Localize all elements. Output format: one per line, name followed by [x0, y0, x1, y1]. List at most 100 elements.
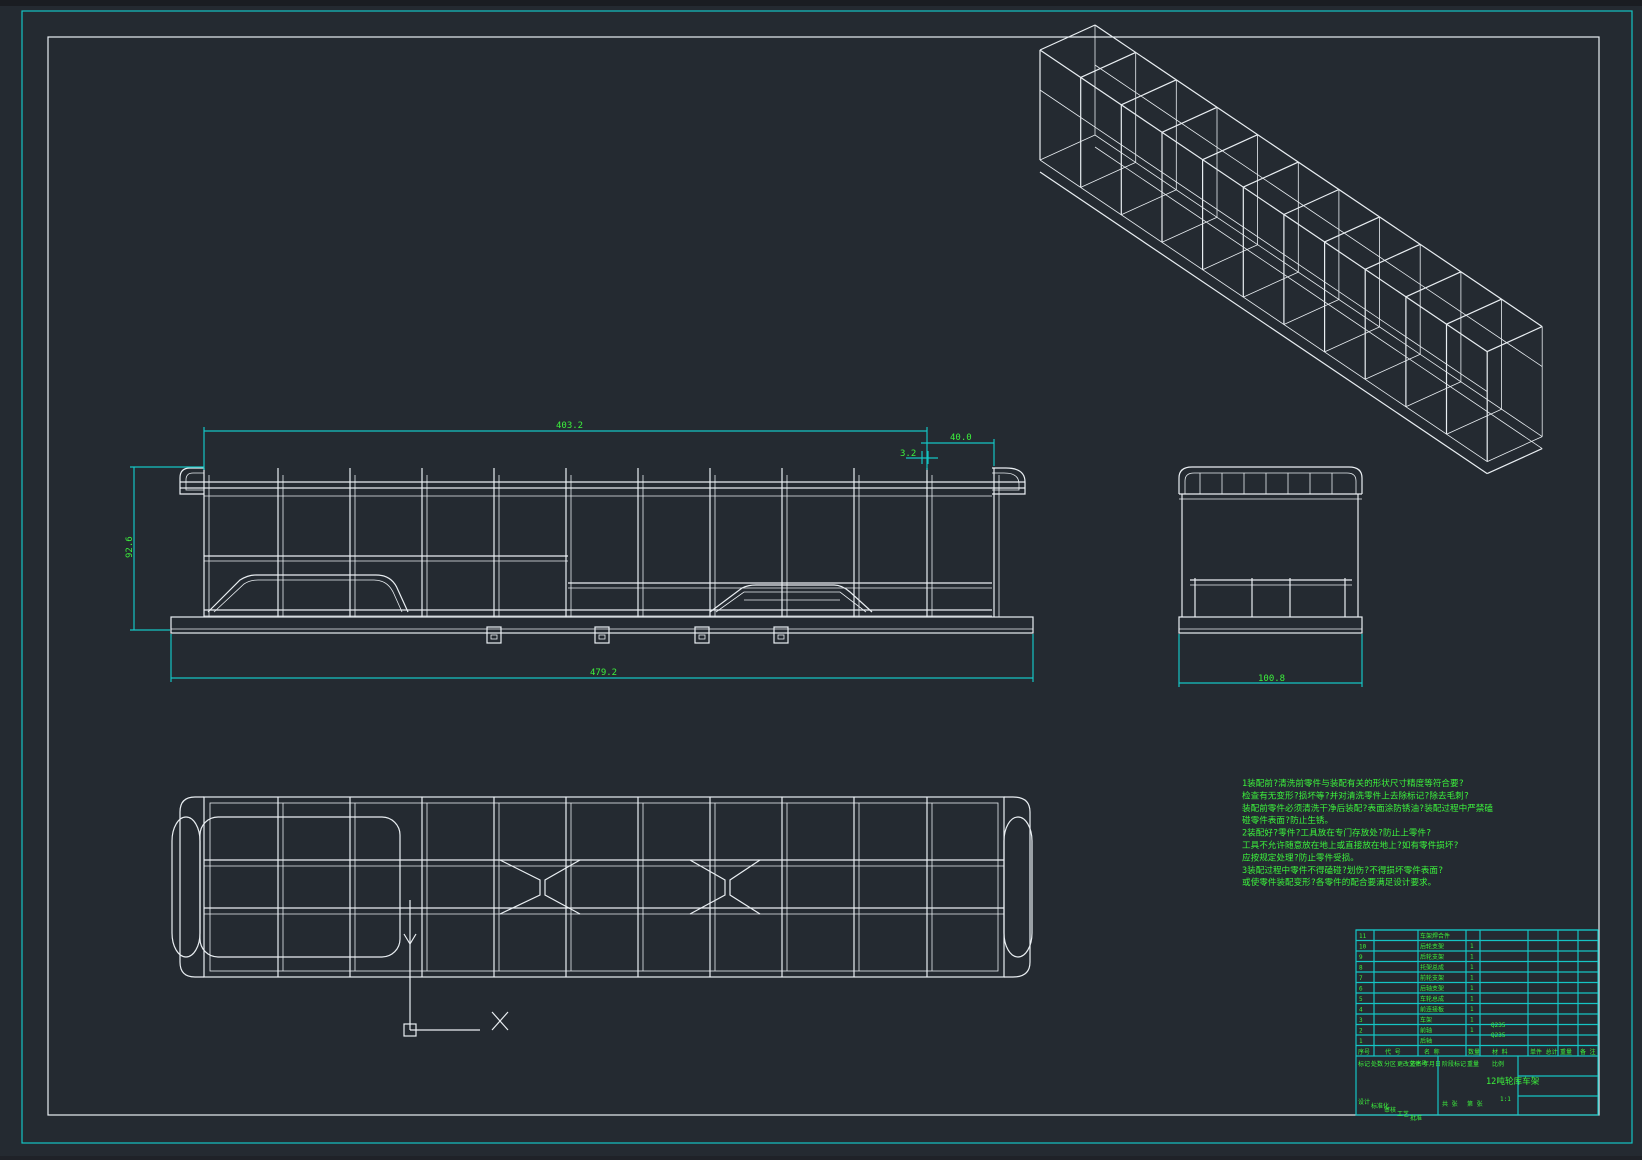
- iso-crossbar: [1283, 299, 1340, 325]
- base-plate: [170, 616, 1034, 634]
- tech-note-line: 或使零件装配变形?各零件的配合要满足设计要求。: [1242, 876, 1436, 888]
- tb-sign-label: 分区: [1384, 1060, 1396, 1068]
- technical-requirements: 1装配前?清洗前零件与装配有关的形状尺寸精度等符合要?检查有无变形?损坏等?并对…: [1242, 777, 1493, 888]
- tb-qty: 1: [1470, 1006, 1474, 1013]
- tech-note-line: 碰零件表面?防止生锈。: [1242, 814, 1333, 826]
- inner-border: [47, 36, 1600, 1116]
- tb-sign-label: 设计: [1358, 1098, 1370, 1106]
- tb-part-name: 后轴: [1420, 1037, 1432, 1045]
- tb-part-name: 后轮支架: [1420, 943, 1444, 951]
- iso-base: [1094, 146, 1543, 449]
- iso-crossbar: [1405, 381, 1462, 408]
- tb-qty: 1: [1470, 1027, 1474, 1034]
- tb-header: 名 称: [1424, 1048, 1440, 1056]
- tb-header: 单件 总计: [1530, 1048, 1558, 1056]
- tb-part-name: 车轮总成: [1420, 995, 1444, 1003]
- tech-note-line: 3装配过程中零件不得磕碰?划伤?不得损坏零件表面?: [1242, 864, 1443, 876]
- front-view: 403.2 40.0 3.2 92.6 479.2: [125, 421, 1034, 682]
- scale-value: 1:1: [1500, 1096, 1511, 1103]
- iso-crossbar: [1446, 408, 1502, 435]
- iso-crossbar: [1487, 436, 1543, 462]
- material-2: Q235: [1491, 1032, 1506, 1039]
- dim-small-gap-text: 3.2: [900, 449, 916, 459]
- tech-note-line: 2装配好?零件?工具放在专门存放处?防止上零件?: [1242, 827, 1431, 839]
- tb-sign-label: 年月日: [1423, 1060, 1441, 1068]
- foot-brackets: [486, 626, 789, 644]
- tb-item-no: 10: [1359, 944, 1367, 951]
- tb-sign-label: 工艺: [1397, 1110, 1409, 1118]
- dim-base-length-text: 479.2: [590, 668, 617, 678]
- iso-crossbar: [1243, 271, 1299, 298]
- tb-stage-label: 共 张: [1442, 1100, 1458, 1108]
- tb-stage-label: 比例: [1492, 1060, 1504, 1068]
- tb-header: 重量: [1560, 1048, 1572, 1056]
- tb-qty: 1: [1470, 996, 1474, 1003]
- material-1: Q235: [1491, 1022, 1506, 1029]
- tb-part-name: 车架焊合件: [1420, 932, 1450, 940]
- tb-part-name: 后轮支架: [1420, 953, 1444, 961]
- tb-item-no: 6: [1359, 986, 1363, 993]
- tb-item-no: 8: [1359, 965, 1363, 972]
- tb-qty: 1: [1470, 975, 1474, 982]
- tech-note-line: 工具不允许随意放在地上或直接放在地上?如有零件损坏?: [1242, 839, 1459, 851]
- tb-header: 代 号: [1385, 1048, 1401, 1056]
- tb-qty: 1: [1470, 954, 1474, 961]
- iso-crossbar: [1161, 216, 1218, 243]
- tech-note-line: 检查有无变形?损坏等?并对清洗零件上去除标记?除去毛刺?: [1242, 789, 1469, 801]
- top-bar: [0, 0, 1642, 6]
- iso-crossbar: [1039, 134, 1096, 161]
- tb-stage-label: 第 张: [1467, 1100, 1483, 1108]
- side-view: 100.8: [1178, 466, 1363, 687]
- tb-part-name: 车架: [1420, 1016, 1432, 1024]
- tb-item-no: 9: [1359, 954, 1363, 961]
- ucs-x-marker: [491, 1011, 509, 1031]
- tb-item-no: 4: [1359, 1007, 1363, 1014]
- iso-crossbar: [1324, 326, 1380, 353]
- tb-item-no: 7: [1359, 975, 1363, 982]
- tb-part-name: 前轴: [1420, 1027, 1432, 1035]
- title-block-frame: [1355, 929, 1599, 1116]
- tb-header: 材 料: [1492, 1048, 1508, 1056]
- tb-part-name: 前轮支架: [1420, 974, 1444, 982]
- tb-sign-label: 标记: [1358, 1060, 1370, 1068]
- tb-item-no: 3: [1359, 1017, 1363, 1024]
- tb-part-name: 前连接板: [1420, 1006, 1444, 1014]
- outer-border: [21, 10, 1633, 1144]
- tb-item-no: 1: [1359, 1038, 1363, 1045]
- title-block: 11 车架焊合件10 后轮支架9 后轮支架8 托架总成7 前轮支架6 后轴支架5 车轮总成4 前…: [1355, 929, 1599, 1122]
- iso-crossbar: [1121, 189, 1177, 216]
- tb-sign-label: 签名: [1410, 1060, 1422, 1068]
- tb-header: 数量: [1468, 1048, 1480, 1056]
- tb-header: 序号: [1358, 1048, 1370, 1056]
- tech-note-line: 1装配前?清洗前零件与装配有关的形状尺寸精度等符合要?: [1242, 777, 1464, 789]
- cad-drawing-viewport[interactable]: 403.2 40.0 3.2 92.6 479.2 100.8 1装配前?清洗前…: [0, 0, 1642, 1156]
- tb-sign-label: 审核: [1384, 1106, 1396, 1114]
- engineering-drawing: 403.2 40.0 3.2 92.6 479.2 100.8 1装配前?清洗前…: [0, 0, 1642, 1144]
- tb-qty: 1: [1470, 943, 1474, 950]
- tb-part-name: 托架总成: [1420, 964, 1444, 972]
- tech-note-line: 装配前零件必须清洗干净后装配?表面涂防锈油?装配过程中严禁磕: [1242, 802, 1493, 814]
- dim-end-offset-text: 40.0: [950, 433, 972, 443]
- tb-stage-label: 重量: [1467, 1060, 1479, 1068]
- tech-note-line: 应按规定处理?防止零件受损。: [1242, 851, 1359, 863]
- tb-stage-label: 阶段标记: [1442, 1060, 1466, 1068]
- top-view: [171, 796, 1033, 1037]
- iso-crossbar: [1202, 244, 1258, 271]
- tb-item-no: 11: [1359, 933, 1367, 940]
- tb-item-no: 2: [1359, 1028, 1363, 1035]
- dim-side-width-text: 100.8: [1258, 674, 1285, 684]
- tb-qty: 1: [1470, 985, 1474, 992]
- tb-item-no: 5: [1359, 996, 1363, 1003]
- dim-height-text: 92.6: [125, 536, 135, 558]
- tb-sign-label: 批准: [1410, 1114, 1422, 1122]
- tb-qty: 1: [1470, 964, 1474, 971]
- iso-crossbar: [1365, 353, 1421, 380]
- drawing-title: 12吨轮库车架: [1486, 1075, 1540, 1087]
- isometric-view: [1039, 24, 1543, 475]
- dim-top-length-text: 403.2: [556, 421, 583, 431]
- tb-part-name: 后轴支架: [1420, 985, 1444, 993]
- tb-header: 备 注: [1580, 1048, 1596, 1056]
- tb-qty: 1: [1470, 1017, 1474, 1024]
- iso-crossbar: [1080, 162, 1136, 188]
- iso-base: [1486, 448, 1543, 475]
